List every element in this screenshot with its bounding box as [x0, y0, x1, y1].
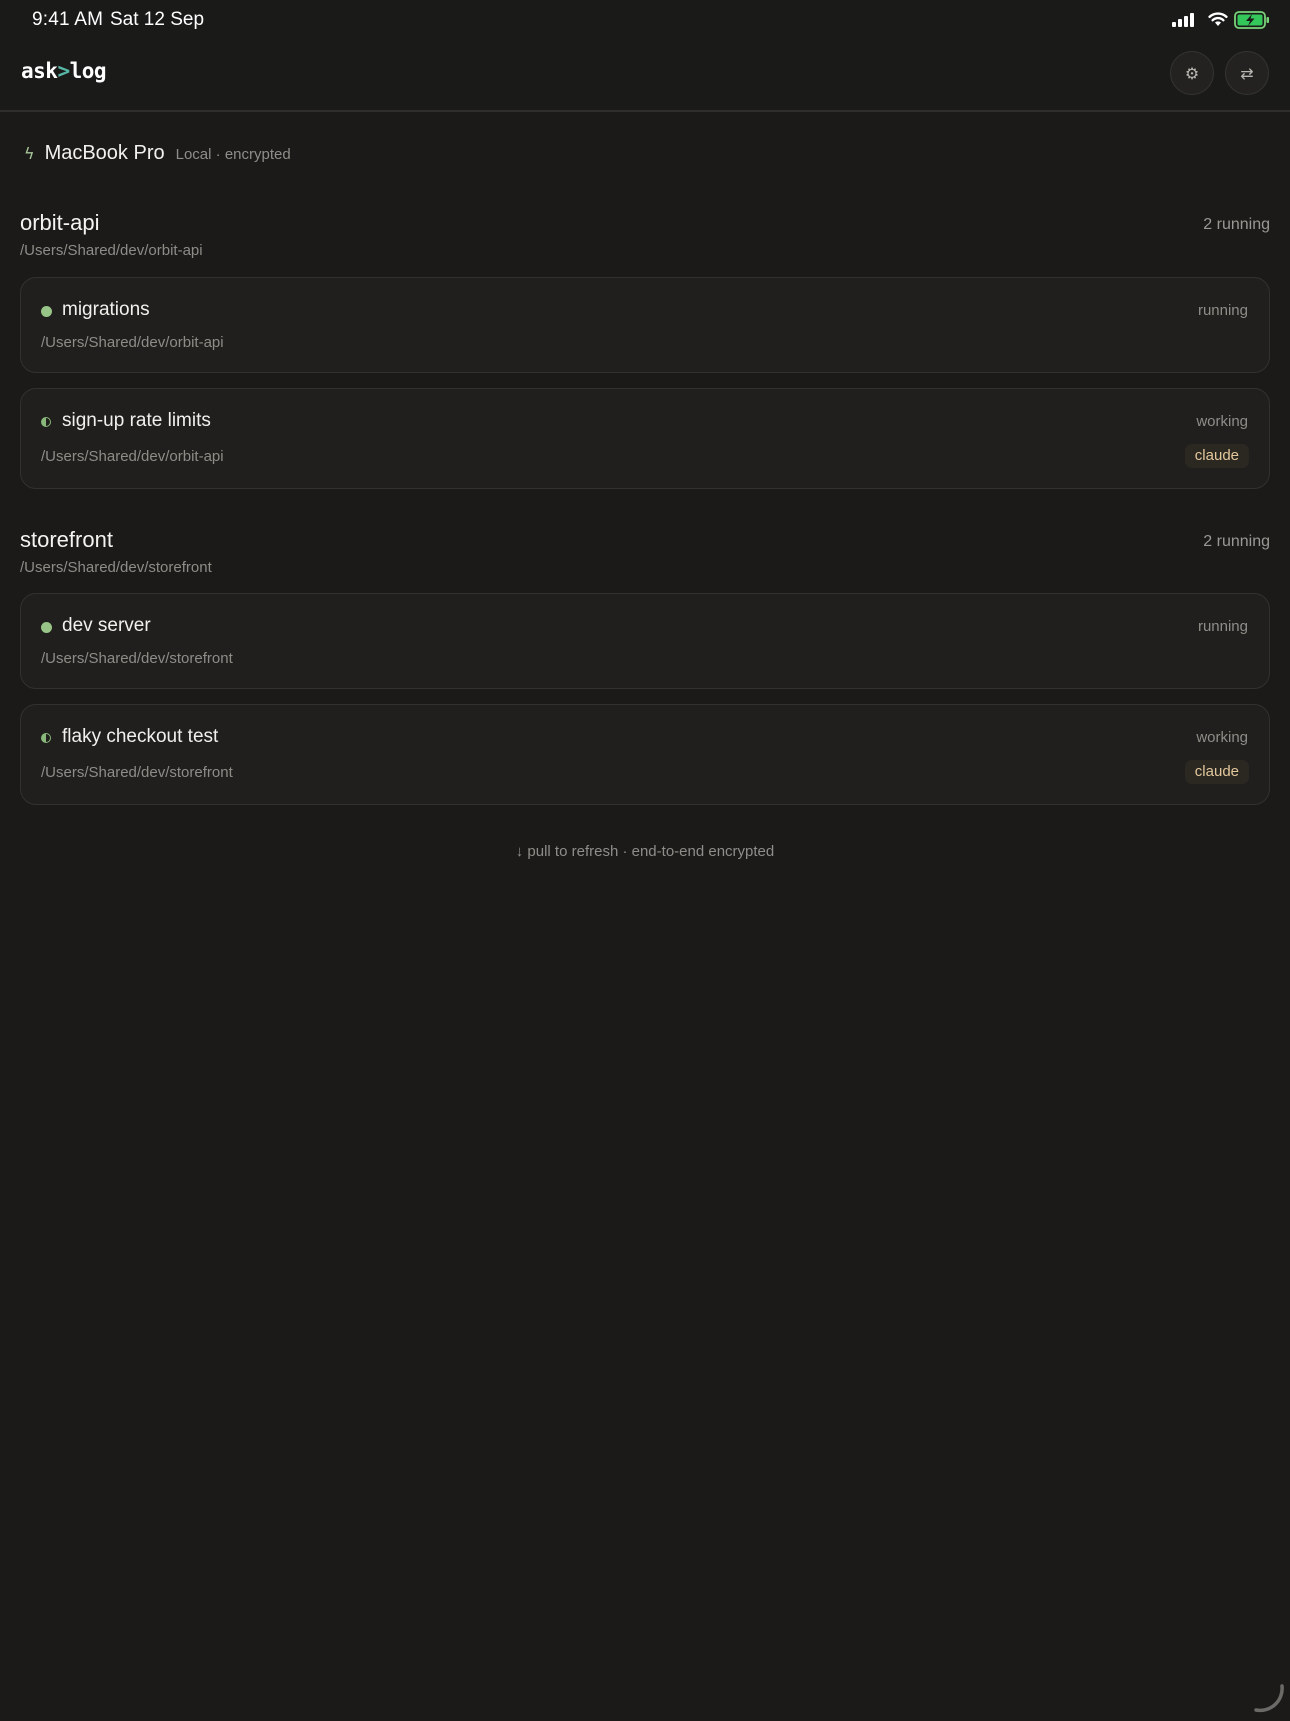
session-path: /Users/Shared/dev/storefront — [41, 764, 233, 781]
bolt-icon: ϟ — [24, 144, 35, 163]
machine-row: ϟ MacBook Pro Local · encrypted — [24, 142, 291, 170]
project-name: orbit-api — [20, 210, 100, 235]
session-card[interactable]: sign-up rate limits working /Users/Share… — [20, 388, 1270, 489]
project-name: storefront — [20, 527, 113, 552]
swap-arrows-icon: ⇄ — [1240, 63, 1254, 83]
session-title: dev server — [62, 615, 151, 636]
gear-icon: ⚙ — [1184, 63, 1200, 83]
app-header: ask>log ⚙ ⇄ — [0, 40, 1290, 112]
switch-machine-button[interactable]: ⇄ — [1225, 51, 1269, 95]
machine-meta: Local · encrypted — [175, 146, 291, 163]
running-count: 2 running — [1203, 533, 1270, 550]
project-path: /Users/Shared/dev/orbit-api — [20, 242, 203, 259]
running-status-dot — [41, 622, 52, 633]
pull-to-refresh-hint: ↓ pull to refresh · end-to-end encrypted — [515, 843, 775, 860]
session-title: migrations — [62, 299, 150, 320]
project-group-header: storefront 2 running /Users/Shared/dev/s… — [20, 527, 1270, 577]
agent-badge: claude — [1184, 760, 1249, 784]
status-bar: 9:41 AM Sat 12 Sep — [0, 0, 1290, 40]
status-icons — [1150, 10, 1290, 30]
status-date: Sat 12 Sep — [110, 9, 205, 30]
machine-name: MacBook Pro — [44, 142, 165, 164]
session-status: running — [1197, 618, 1248, 635]
agent-badge: claude — [1184, 444, 1249, 468]
battery-charging-icon — [1234, 11, 1269, 29]
session-card[interactable]: flaky checkout test working /Users/Share… — [20, 704, 1270, 805]
session-path: /Users/Shared/dev/orbit-api — [41, 334, 224, 351]
session-card[interactable]: dev server running /Users/Shared/dev/sto… — [20, 593, 1270, 689]
session-path: /Users/Shared/dev/storefront — [41, 650, 233, 667]
running-status-dot — [41, 306, 52, 317]
logo-caret: > — [57, 59, 70, 83]
working-status-icon — [41, 733, 51, 743]
loading-spinner-icon — [1254, 1684, 1284, 1713]
settings-button[interactable]: ⚙ — [1170, 51, 1214, 95]
session-card[interactable]: migrations running /Users/Shared/dev/orb… — [20, 277, 1270, 373]
cellular-signal-icon — [1172, 13, 1194, 27]
wifi-icon — [1208, 12, 1228, 26]
logo-suffix: log — [69, 59, 107, 83]
session-status: working — [1196, 413, 1248, 430]
session-path: /Users/Shared/dev/orbit-api — [41, 448, 224, 465]
session-title: flaky checkout test — [62, 726, 219, 747]
session-title: sign-up rate limits — [62, 410, 211, 431]
logo-prefix: ask — [21, 59, 58, 83]
app-logo[interactable]: ask>log — [21, 59, 107, 83]
project-group-header: orbit-api 2 running /Users/Shared/dev/or… — [20, 210, 1270, 260]
status-time: 9:41 AM — [32, 9, 104, 30]
session-status: working — [1196, 729, 1248, 746]
running-count: 2 running — [1203, 216, 1270, 233]
project-path: /Users/Shared/dev/storefront — [20, 559, 212, 576]
working-status-icon — [41, 417, 51, 427]
session-status: running — [1197, 302, 1248, 319]
